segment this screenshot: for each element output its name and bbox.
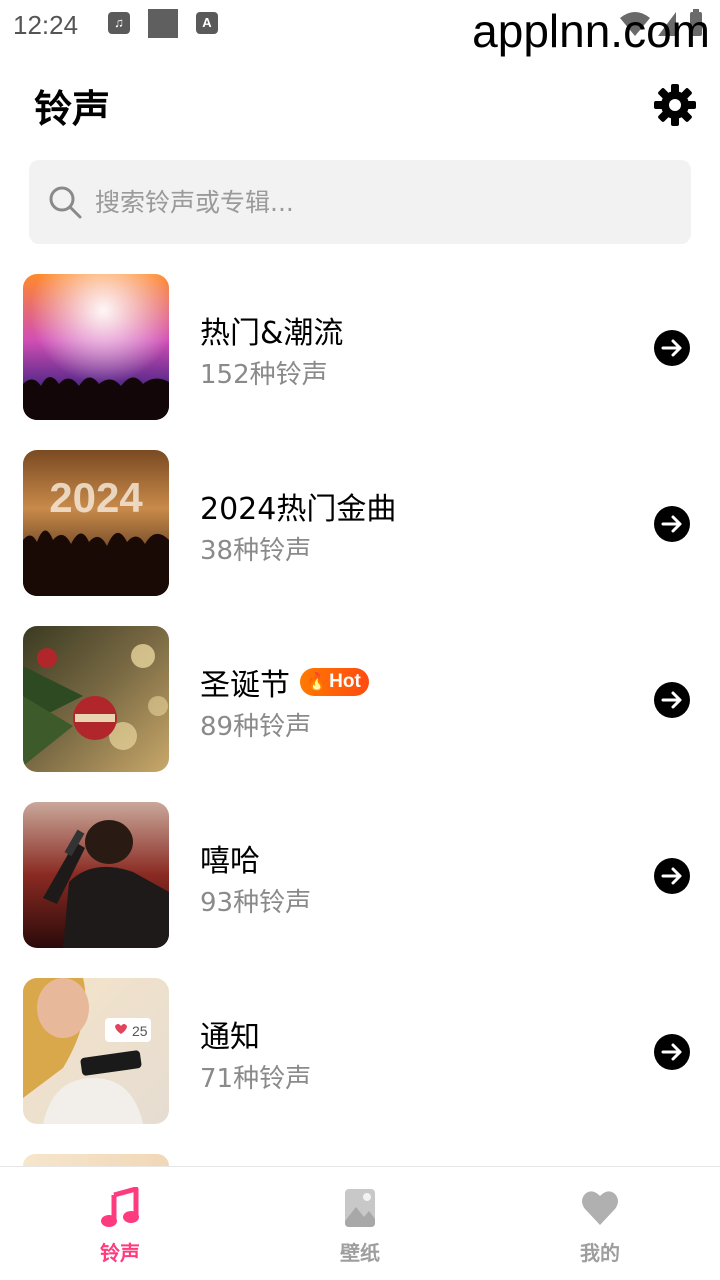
item-title-row: 2024热门金曲 <box>200 486 397 527</box>
item-title-row: 圣诞节 🔥 Hot <box>200 662 369 703</box>
item-title: 嘻哈 <box>200 844 260 879</box>
item-title: 圣诞节 <box>200 668 290 703</box>
list-item[interactable]: 2024 2024热门金曲 38种铃声 <box>0 450 720 596</box>
nav-mine[interactable]: 我的 <box>480 1167 720 1280</box>
status-time: 12:24 <box>13 10 79 40</box>
open-category-button[interactable] <box>654 506 690 542</box>
category-thumbnail <box>23 802 169 948</box>
nav-label: 壁纸 <box>340 1241 380 1265</box>
nav-wallpapers[interactable]: 壁纸 <box>240 1167 480 1280</box>
heart-icon <box>582 1191 618 1225</box>
search-bar[interactable] <box>29 160 691 244</box>
category-thumbnail: 25 <box>23 978 169 1124</box>
nav-label: 我的 <box>580 1241 620 1265</box>
nav-ringtones[interactable]: 铃声 <box>0 1167 240 1280</box>
open-category-button[interactable] <box>654 330 690 366</box>
item-title: 热门&潮流 <box>200 316 344 351</box>
category-thumbnail: 2024 <box>23 450 169 596</box>
category-thumbnail <box>23 274 169 420</box>
item-count: 152种铃声 <box>200 360 328 390</box>
thumb-text: 25 <box>132 1023 148 1039</box>
notification-square-icon <box>148 9 178 38</box>
item-title: 通知 <box>200 1020 260 1055</box>
list-item[interactable]: 25 通知 71种铃声 <box>0 978 720 1124</box>
gear-icon <box>654 84 696 126</box>
image-icon <box>345 1189 375 1227</box>
keyboard-a-icon: A <box>196 12 218 34</box>
item-title: 2024热门金曲 <box>200 492 397 527</box>
page-title: 铃声 <box>34 87 111 131</box>
music-note-icon <box>101 1187 139 1227</box>
hot-badge-label: Hot <box>329 671 361 692</box>
item-title-row: 嘻哈 <box>200 838 260 879</box>
arrow-right-icon <box>661 1043 682 1061</box>
item-count: 71种铃声 <box>200 1064 312 1094</box>
category-thumbnail <box>23 1154 169 1166</box>
item-count: 89种铃声 <box>200 712 312 742</box>
list-item[interactable] <box>0 1154 720 1166</box>
arrow-right-icon <box>661 867 682 885</box>
nav-label: 铃声 <box>100 1241 140 1265</box>
item-count: 38种铃声 <box>200 536 312 566</box>
watermark: applnn.com <box>472 5 710 57</box>
list-item[interactable]: 圣诞节 🔥 Hot 89种铃声 <box>0 626 720 772</box>
status-bar: 12:24 ♫ A applnn.com <box>0 0 720 57</box>
thumb-text: 2024 <box>49 474 143 521</box>
list-item[interactable]: 热门&潮流 152种铃声 <box>0 274 720 420</box>
flame-icon: 🔥 <box>306 672 328 691</box>
open-category-button[interactable] <box>654 1034 690 1070</box>
bottom-nav: 铃声 壁纸 我的 <box>0 1166 720 1280</box>
search-input[interactable] <box>95 160 655 244</box>
settings-button[interactable] <box>652 82 698 128</box>
open-category-button[interactable] <box>654 858 690 894</box>
app-header: 铃声 <box>0 60 720 148</box>
arrow-right-icon <box>661 339 682 357</box>
search-icon <box>49 186 82 219</box>
arrow-right-icon <box>661 515 682 533</box>
item-count: 93种铃声 <box>200 888 312 918</box>
item-title-row: 热门&潮流 <box>200 310 344 351</box>
list-item[interactable]: 嘻哈 93种铃声 <box>0 802 720 948</box>
music-note-icon: ♫ <box>108 12 130 34</box>
item-title-row: 通知 <box>200 1014 260 1055</box>
arrow-right-icon <box>661 691 682 709</box>
category-thumbnail <box>23 626 169 772</box>
hot-badge: 🔥 Hot <box>300 668 369 696</box>
open-category-button[interactable] <box>654 682 690 718</box>
